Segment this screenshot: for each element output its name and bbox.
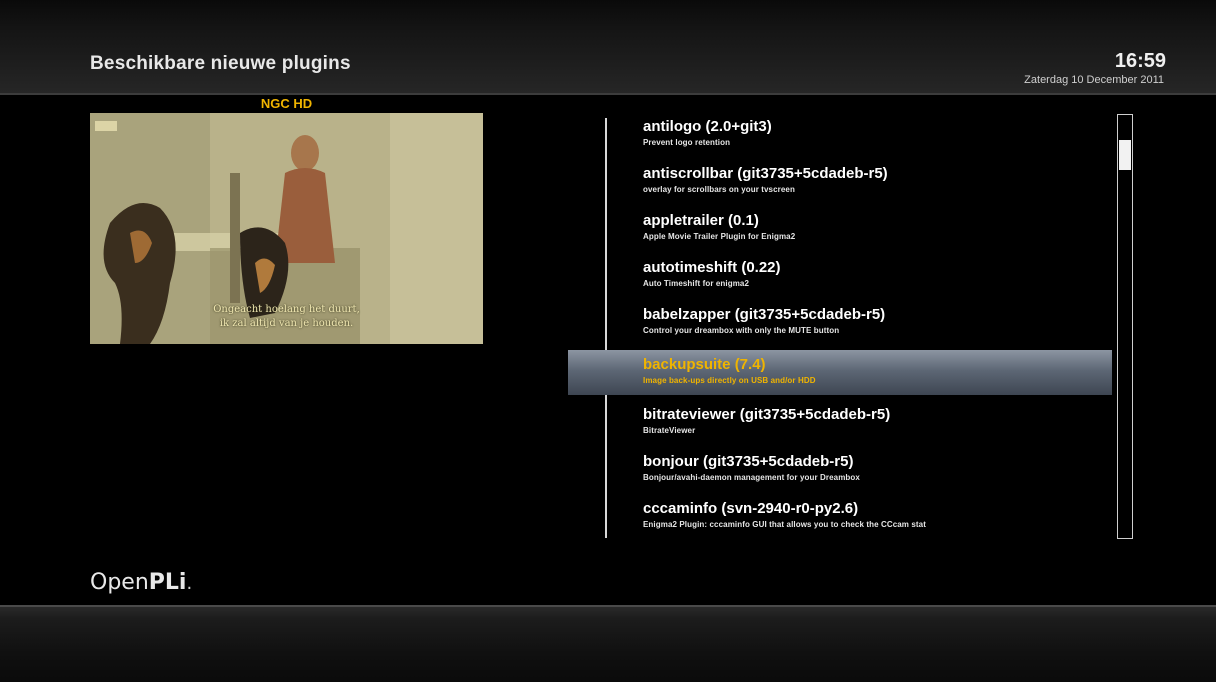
plugin-name: antiscrollbar (git3735+5cdadeb-r5) xyxy=(643,165,888,182)
plugin-description: Auto Timeshift for enigma2 xyxy=(643,279,750,288)
plugin-name: bitrateviewer (git3735+5cdadeb-r5) xyxy=(643,406,891,423)
plugin-item-antiscrollbar[interactable]: antiscrollbar (git3735+5cdadeb-r5) overl… xyxy=(568,159,1112,204)
plugin-name: backupsuite (7.4) xyxy=(643,356,766,373)
plugin-description: Enigma2 Plugin: cccaminfo GUI that allow… xyxy=(643,520,926,529)
plugin-item-babelzapper[interactable]: babelzapper (git3735+5cdadeb-r5) Control… xyxy=(568,300,1112,345)
plugin-item-backupsuite[interactable]: backupsuite (7.4) Image back-ups directl… xyxy=(568,350,1112,395)
plugin-item-bonjour[interactable]: bonjour (git3735+5cdadeb-r5) Bonjour/ava… xyxy=(568,447,1112,492)
plugin-list[interactable]: antilogo (2.0+git3) Prevent logo retenti… xyxy=(568,112,1112,546)
plugin-name: antilogo (2.0+git3) xyxy=(643,118,772,135)
plugin-name: cccaminfo (svn-2940-r0-py2.6) xyxy=(643,500,859,517)
plugin-item-antilogo[interactable]: antilogo (2.0+git3) Prevent logo retenti… xyxy=(568,112,1112,157)
plugin-name: babelzapper (git3735+5cdadeb-r5) xyxy=(643,306,886,323)
plugin-description: Prevent logo retention xyxy=(643,138,731,147)
page-title: Beschikbare nieuwe plugins xyxy=(90,53,351,74)
plugin-item-bitrateviewer[interactable]: bitrateviewer (git3735+5cdadeb-r5) Bitra… xyxy=(568,400,1112,445)
screen: Beschikbare nieuwe plugins 16:59 Zaterda… xyxy=(0,0,1216,682)
openpli-logo: OpenPLi. xyxy=(90,570,192,595)
footer-bar xyxy=(0,605,1216,682)
header-bar: Beschikbare nieuwe plugins 16:59 Zaterda… xyxy=(0,0,1216,95)
channel-name: NGC HD xyxy=(260,96,313,111)
plugin-description: overlay for scrollbars on your tvscreen xyxy=(643,185,795,194)
subtitle-line-2: ik zal altijd van je houden. xyxy=(219,318,354,329)
plugin-name: appletrailer (0.1) xyxy=(643,212,759,229)
plugin-name: autotimeshift (0.22) xyxy=(643,259,781,276)
plugin-name: bonjour (git3735+5cdadeb-r5) xyxy=(643,453,854,470)
plugin-description: Bonjour/avahi-daemon management for your… xyxy=(643,473,860,482)
date: Zaterdag 10 December 2011 xyxy=(1024,74,1164,86)
clock: 16:59 xyxy=(1114,50,1166,72)
plugin-item-cccaminfo[interactable]: cccaminfo (svn-2940-r0-py2.6) Enigma2 Pl… xyxy=(568,494,1112,539)
scrollbar[interactable] xyxy=(1117,114,1133,539)
subtitle-line-1: Ongeacht hoelang het duurt, xyxy=(213,304,360,315)
logo-open-text: Open xyxy=(90,570,149,595)
logo-pli-text: PLi xyxy=(148,570,187,595)
scrollbar-thumb[interactable] xyxy=(1119,140,1131,170)
logo-dot: . xyxy=(186,573,193,594)
tv-preview: Ongeacht hoelang het duurt, ik zal altij… xyxy=(90,113,483,344)
plugin-description: Apple Movie Trailer Plugin for Enigma2 xyxy=(643,232,796,241)
plugin-description: BitrateViewer xyxy=(643,426,696,435)
plugin-item-autotimeshift[interactable]: autotimeshift (0.22) Auto Timeshift for … xyxy=(568,253,1112,298)
plugin-item-appletrailer[interactable]: appletrailer (0.1) Apple Movie Trailer P… xyxy=(568,206,1112,251)
plugin-description: Image back-ups directly on USB and/or HD… xyxy=(643,376,816,385)
plugin-description: Control your dreambox with only the MUTE… xyxy=(643,326,840,335)
